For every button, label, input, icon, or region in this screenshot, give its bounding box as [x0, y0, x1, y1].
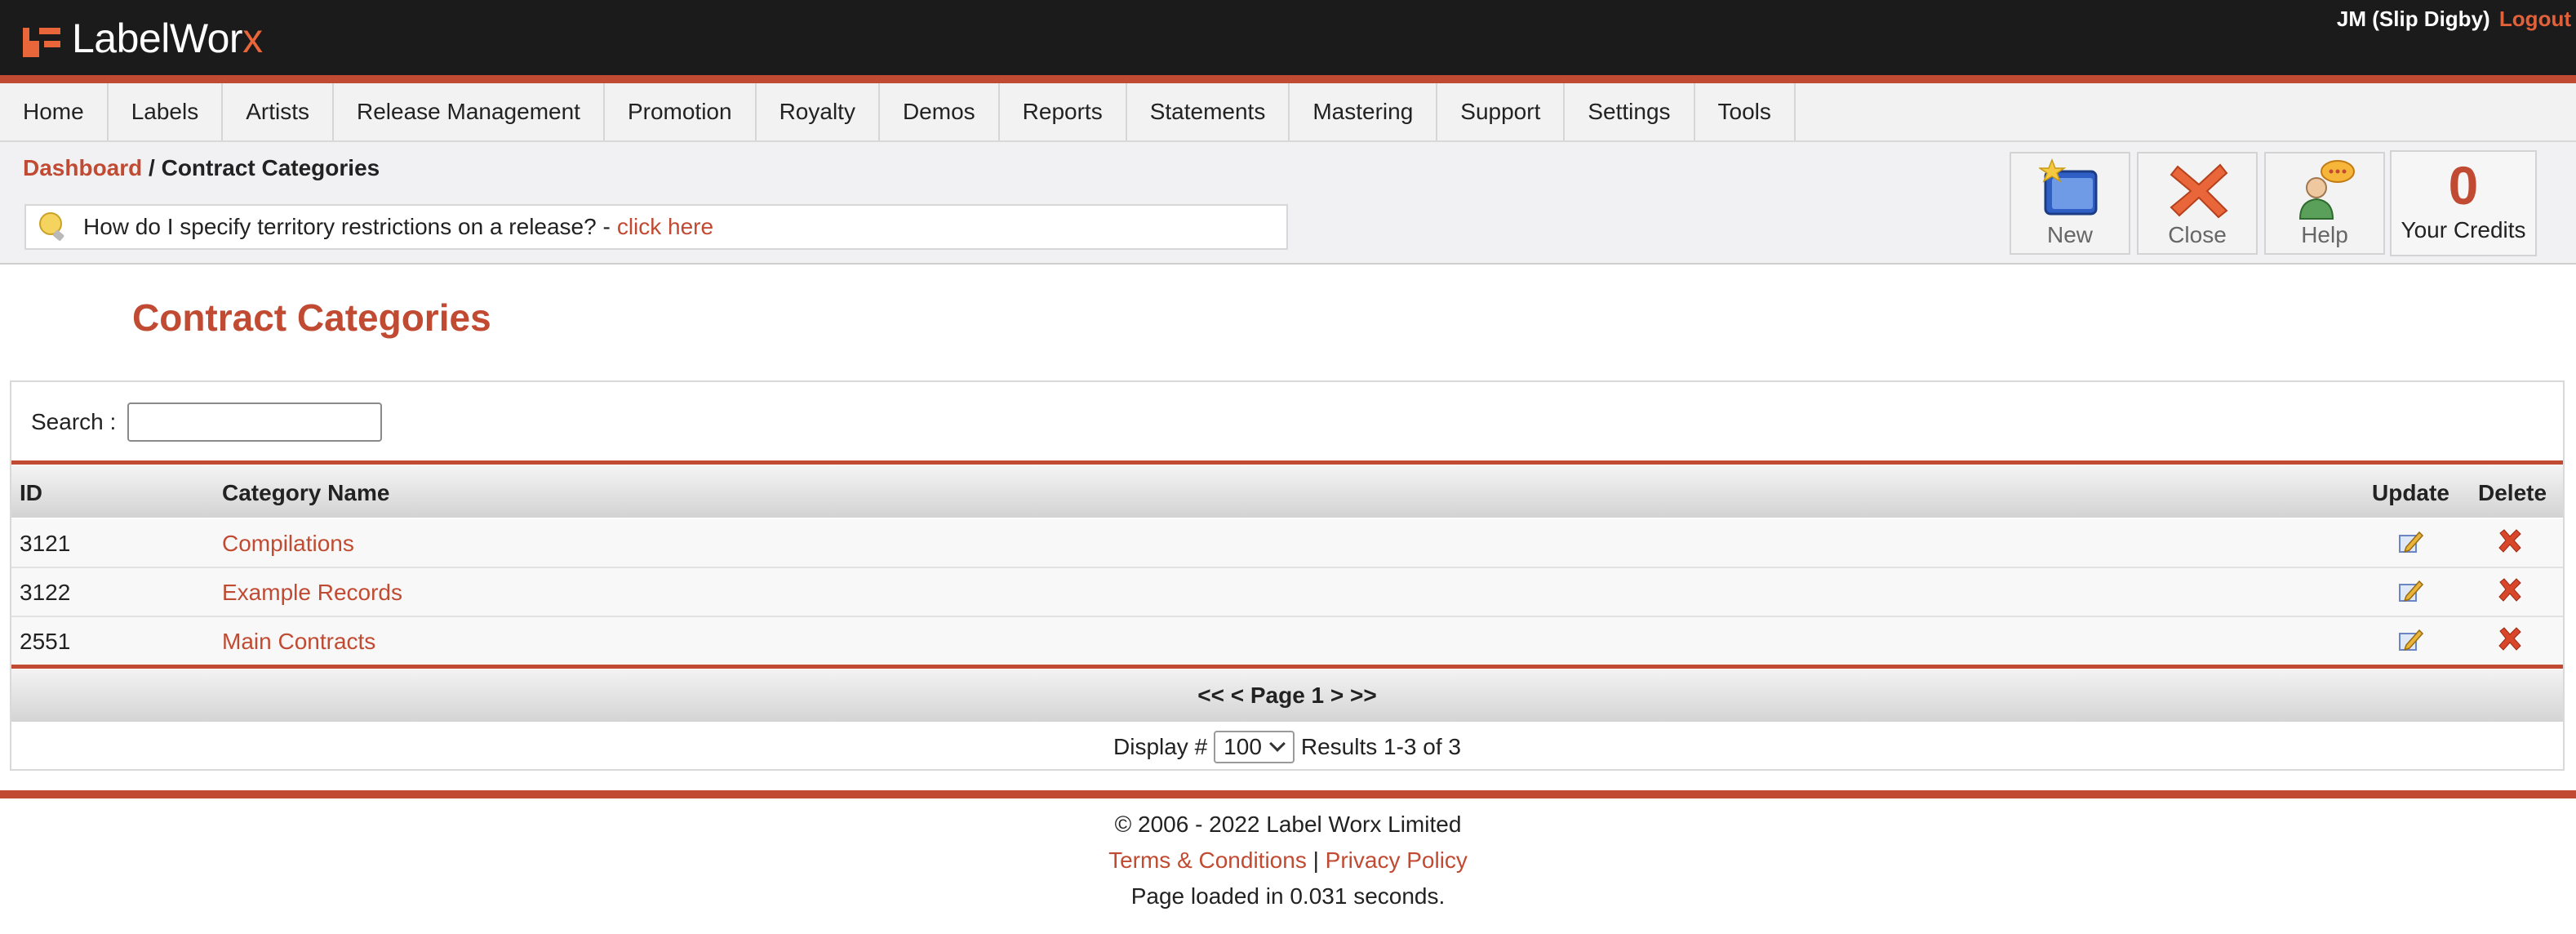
header-id: ID: [20, 480, 42, 505]
terms-link[interactable]: Terms & Conditions: [1108, 847, 1307, 873]
close-button-label: Close: [2168, 222, 2227, 247]
categories-panel: Search : ID Category Name Update Delete …: [10, 380, 2565, 771]
display-count-value: 100: [1224, 734, 1262, 759]
row-id: 3122: [20, 580, 71, 605]
nav-item-settings[interactable]: Settings: [1565, 83, 1695, 140]
table-top-divider: [11, 460, 2563, 465]
search-label: Search :: [31, 409, 117, 434]
row-id: 3121: [20, 531, 71, 556]
page-title: Contract Categories: [132, 296, 491, 339]
page-load-time: Page loaded in 0.031 seconds.: [1130, 883, 1446, 909]
close-button[interactable]: Close: [2137, 152, 2258, 255]
row-category-link[interactable]: Compilations: [222, 531, 354, 557]
user-area: JM (Slip Digby) Logout: [2337, 7, 2571, 32]
nav-item-release-management[interactable]: Release Management: [334, 83, 605, 140]
nav-item-home[interactable]: Home: [0, 83, 109, 140]
tip-box: How do I specify territory restrictions …: [24, 204, 1288, 250]
search-input[interactable]: [127, 403, 383, 442]
chevron-down-icon: [1268, 736, 1286, 752]
tip-text: How do I specify territory restrictions …: [83, 214, 611, 239]
main-nav: Home Labels Artists Release Management P…: [0, 83, 2576, 142]
search-row: Search :: [31, 402, 383, 443]
table-row: 3122 Example Records: [11, 568, 2563, 617]
display-row: Display # 100 Results 1-3 of 3: [11, 723, 2563, 771]
header-accent-line: [0, 75, 2576, 83]
nav-item-labels[interactable]: Labels: [109, 83, 224, 140]
header-category-name: Category Name: [222, 480, 390, 505]
logo-text: LabelWorx: [72, 16, 263, 61]
help-button-label: Help: [2301, 222, 2348, 247]
header-delete: Delete: [2478, 480, 2547, 505]
close-x-icon: [2170, 163, 2228, 219]
nav-item-support[interactable]: Support: [1437, 83, 1566, 140]
user-name: JM (Slip Digby): [2336, 7, 2490, 31]
top-header: LabelWorx JM (Slip Digby) Logout: [0, 0, 2576, 75]
nav-item-tools[interactable]: Tools: [1695, 83, 1796, 140]
delete-x-icon[interactable]: [2496, 625, 2524, 653]
credits-box[interactable]: 0 Your Credits: [2390, 150, 2537, 256]
new-button-label: New: [2046, 222, 2093, 247]
edit-icon[interactable]: [2396, 527, 2424, 555]
privacy-link[interactable]: Privacy Policy: [1326, 847, 1468, 873]
nav-item-artists[interactable]: Artists: [223, 83, 334, 140]
row-category-link[interactable]: Example Records: [222, 580, 402, 606]
footer: © 2006 - 2022 Label Worx Limited Terms &…: [0, 807, 2576, 914]
help-person-icon: [2298, 160, 2355, 220]
sub-header: Dashboard / Contract Categories How do I…: [0, 142, 2576, 265]
new-folder-icon: [2039, 158, 2098, 216]
nav-item-demos[interactable]: Demos: [880, 83, 1000, 140]
edit-icon[interactable]: [2396, 576, 2424, 604]
lightbulb-icon: [39, 212, 64, 241]
nav-item-reports[interactable]: Reports: [1000, 83, 1127, 140]
labelworx-logo[interactable]: LabelWorx: [23, 16, 263, 61]
row-id: 2551: [20, 629, 71, 654]
logo-mark-icon: [23, 28, 60, 57]
pagination[interactable]: << < Page 1 > >>: [11, 669, 2563, 722]
nav-item-promotion[interactable]: Promotion: [605, 83, 757, 140]
table-row: 2551 Main Contracts: [11, 617, 2563, 666]
footer-links: Terms & Conditions | Privacy Policy: [1108, 847, 1468, 873]
header-update: Update: [2372, 480, 2449, 505]
nav-item-royalty[interactable]: Royalty: [757, 83, 880, 140]
table-bottom-divider: [11, 665, 2563, 669]
row-category-link[interactable]: Main Contracts: [222, 629, 375, 655]
tip-click-here-link[interactable]: click here: [617, 214, 713, 240]
delete-x-icon[interactable]: [2496, 527, 2524, 555]
credits-label: Your Credits: [2401, 217, 2526, 242]
edit-icon[interactable]: [2396, 625, 2424, 653]
results-text: Results 1-3 of 3: [1300, 734, 1461, 759]
breadcrumb: Dashboard / Contract Categories: [23, 155, 380, 180]
delete-x-icon[interactable]: [2496, 576, 2524, 604]
logout-link[interactable]: Logout: [2499, 7, 2571, 31]
footer-accent-line: [0, 790, 2576, 798]
breadcrumb-current: Contract Categories: [161, 155, 380, 180]
footer-copyright: © 2006 - 2022 Label Worx Limited: [1114, 812, 1462, 837]
display-label: Display #: [1113, 734, 1208, 759]
table-row: 3121 Compilations: [11, 519, 2563, 568]
display-count-select[interactable]: 100: [1214, 731, 1295, 763]
help-button[interactable]: Help: [2264, 152, 2385, 255]
breadcrumb-dashboard-link[interactable]: Dashboard: [23, 155, 142, 180]
new-button[interactable]: New: [2010, 152, 2130, 255]
nav-item-mastering[interactable]: Mastering: [1290, 83, 1438, 140]
table-header: ID Category Name Update Delete: [11, 465, 2563, 518]
nav-item-statements[interactable]: Statements: [1127, 83, 1290, 140]
credits-count: 0: [2448, 155, 2479, 216]
